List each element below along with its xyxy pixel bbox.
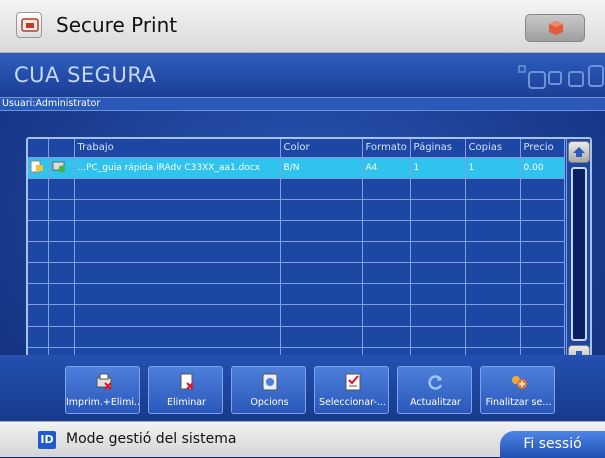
refresh-icon: [428, 375, 443, 390]
id-badge: ID: [38, 431, 56, 449]
refresh-label: Actualitzar: [410, 397, 461, 408]
table-row[interactable]: ...PC_guia rápida iRAdv C33XX_aa1.docx B…: [28, 157, 565, 179]
options-label: Opcions: [250, 397, 289, 408]
job-table: Trabajo Color Formato Páginas Copias Pre…: [28, 139, 565, 370]
table-row[interactable]: [28, 241, 565, 264]
cube-icon: [549, 21, 563, 35]
finish-session-button[interactable]: Finalitzar se...: [480, 366, 555, 414]
cell-copias: 1: [465, 157, 521, 179]
table-row[interactable]: [28, 283, 565, 306]
secure-print-icon: [16, 12, 42, 38]
select-all-button[interactable]: Seleccionar-...: [314, 366, 389, 414]
cell-color: B/N: [280, 157, 363, 179]
action-bar: Imprim.+Elimi... Eliminar Opcions Selecc…: [0, 355, 605, 421]
print-delete-button[interactable]: Imprim.+Elimi...: [65, 366, 141, 414]
cell-paginas: 1: [410, 157, 466, 179]
page-title: CUA SEGURA: [14, 63, 157, 87]
status-text: Mode gestió del sistema: [66, 431, 237, 447]
table-row[interactable]: [28, 199, 565, 221]
select-all-label: Seleccionar-...: [319, 397, 386, 408]
print-delete-icon: [96, 373, 112, 390]
delete-label: Eliminar: [167, 397, 206, 408]
home-button[interactable]: [525, 14, 585, 42]
table-row[interactable]: [28, 220, 565, 243]
cell-trabajo: ...PC_guia rápida iRAdv C33XX_aa1.docx: [74, 157, 281, 179]
options-icon: [262, 373, 278, 391]
app-title: Secure Print: [56, 13, 178, 37]
options-button[interactable]: Opcions: [231, 366, 306, 414]
user-label: Usuari:Administrator: [2, 98, 101, 109]
table-row[interactable]: [28, 326, 565, 348]
user-bar: Usuari:Administrator: [0, 97, 605, 111]
refresh-button[interactable]: Actualitzar: [397, 366, 472, 414]
status-bar: ID Mode gestió del sistema Fi sessió: [0, 421, 605, 458]
cell-precio: 0.00: [520, 157, 565, 179]
col-header-precio[interactable]: Precio: [520, 139, 565, 158]
header-status-col: [48, 139, 75, 158]
col-header-copias[interactable]: Copias: [465, 139, 521, 158]
scrollbar[interactable]: [566, 139, 590, 369]
arrow-up-icon: [573, 147, 585, 157]
col-header-formato[interactable]: Formato: [362, 139, 411, 158]
col-header-color[interactable]: Color: [280, 139, 363, 158]
header-icon-col: [28, 139, 49, 158]
print-delete-label: Imprim.+Elimi...: [66, 397, 141, 408]
finish-session-label: Finalitzar se...: [485, 397, 552, 408]
cell-formato: A4: [362, 157, 411, 179]
main-area: Trabajo Color Formato Páginas Copias Pre…: [0, 111, 605, 421]
finish-session-icon: [512, 376, 527, 389]
delete-button[interactable]: Eliminar: [148, 366, 223, 414]
page-header: CUA SEGURA: [0, 53, 605, 97]
scroll-up-button[interactable]: [568, 141, 590, 163]
title-bar: Secure Print: [0, 0, 605, 53]
print-status-icon: [48, 157, 75, 179]
col-header-paginas[interactable]: Páginas: [410, 139, 466, 158]
table-header-row: Trabajo Color Formato Páginas Copias Pre…: [28, 139, 565, 158]
delete-icon: [180, 373, 194, 390]
decorative-squares-icon: [518, 65, 604, 89]
table-row[interactable]: [28, 178, 565, 200]
table-row[interactable]: [28, 304, 565, 327]
select-all-icon: [345, 373, 361, 391]
scroll-track[interactable]: [571, 167, 587, 341]
col-header-trabajo[interactable]: Trabajo: [74, 139, 281, 158]
document-icon: [28, 157, 49, 179]
job-list: Trabajo Color Formato Páginas Copias Pre…: [26, 137, 592, 371]
table-row[interactable]: [28, 262, 565, 285]
logout-button[interactable]: Fi sessió: [500, 431, 605, 458]
